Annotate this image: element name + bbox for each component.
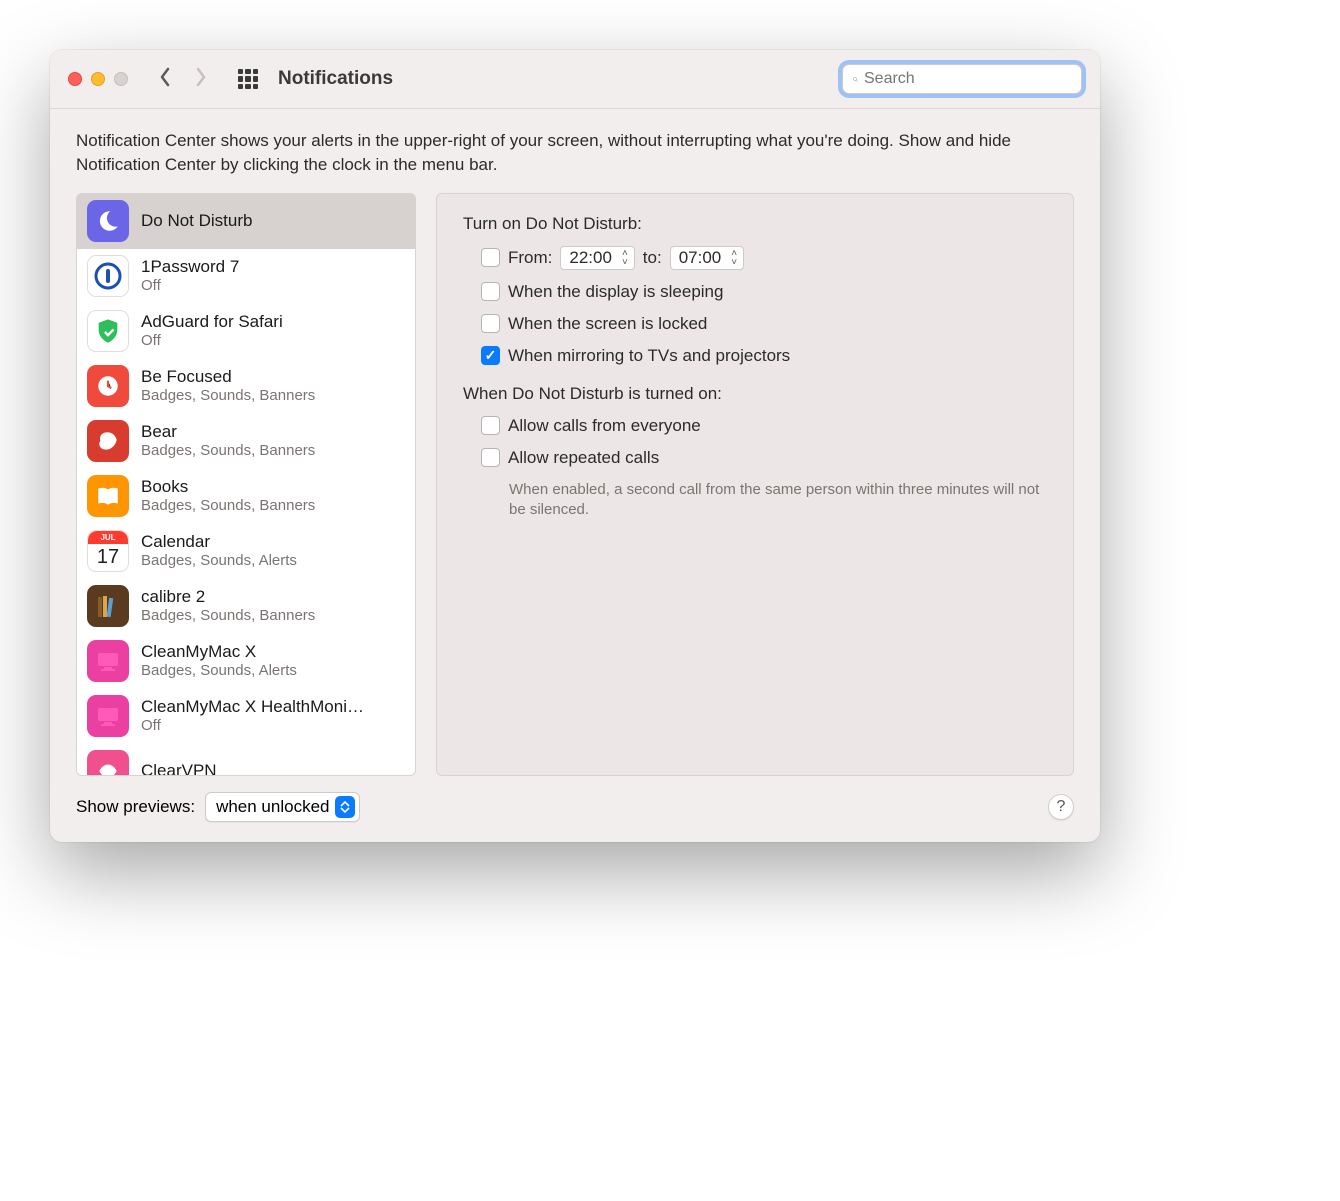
clock-icon [87,365,129,407]
sidebar-item-1password-7[interactable]: 1Password 7Off [77,249,415,304]
sidebar-item-calendar[interactable]: JUL17 CalendarBadges, Sounds, Alerts [77,524,415,579]
minimize-window[interactable] [91,72,105,86]
sidebar-item-status: Off [141,277,239,296]
sidebar-item-be-focused[interactable]: Be FocusedBadges, Sounds, Banners [77,359,415,414]
1p-icon [87,255,129,297]
sidebar-item-calibre-2[interactable]: calibre 2Badges, Sounds, Banners [77,579,415,634]
pane-description: Notification Center shows your alerts in… [76,129,1074,177]
sidebar-item-label: ClearVPN [141,760,217,776]
sidebar-item-label: 1Password 7 [141,256,239,277]
zoom-window-disabled [114,72,128,86]
sidebar-item-label: calibre 2 [141,586,315,607]
sidebar-item-label: Be Focused [141,366,315,387]
show-previews-select[interactable]: when unlocked [205,792,360,822]
checkbox-allow-repeated[interactable] [481,448,500,467]
sidebar-item-label: Calendar [141,531,297,552]
to-time-field[interactable]: 07:00 ˄˅ [670,246,744,270]
show-all-icon[interactable] [238,69,258,89]
window-title: Notifications [278,68,393,90]
chevron-up-down-icon [335,796,355,818]
vpn-icon [87,750,129,776]
sidebar-item-do-not-disturb[interactable]: Do Not Disturb [77,194,415,249]
sidebar-item-status: Off [141,332,283,351]
repeated-calls-help: When enabled, a second call from the sam… [463,480,1047,521]
back-button[interactable] [156,67,174,92]
titlebar: Notifications [50,50,1100,109]
preferences-window: Notifications Notification Center shows … [50,50,1100,842]
row-from-to: From: 22:00 ˄˅ to: 07:00 ˄˅ [463,246,1047,270]
search-input[interactable] [864,70,1071,88]
cmm-icon [87,640,129,682]
checkbox-display-sleeping[interactable] [481,282,500,301]
app-list[interactable]: Do Not Disturb1Password 7OffAdGuard for … [76,193,416,776]
sidebar-item-cleanmymac-x[interactable]: CleanMyMac XBadges, Sounds, Alerts [77,634,415,689]
show-previews-label: Show previews: [76,797,195,817]
checkbox-screen-locked[interactable] [481,314,500,333]
sidebar-item-adguard-for-safari[interactable]: AdGuard for SafariOff [77,304,415,359]
sidebar-item-label: AdGuard for Safari [141,311,283,332]
label-allow-repeated: Allow repeated calls [508,448,659,468]
sidebar-item-status: Off [141,717,364,736]
label-allow-everyone: Allow calls from everyone [508,416,701,436]
books-icon [87,585,129,627]
sidebar-item-bear[interactable]: BearBadges, Sounds, Banners [77,414,415,469]
bear-icon [87,420,129,462]
moon-icon [87,200,129,242]
sidebar-item-label: Books [141,476,315,497]
label-mirroring: When mirroring to TVs and projectors [508,346,790,366]
book-icon [87,475,129,517]
sidebar-item-label: Bear [141,421,315,442]
checkbox-schedule[interactable] [481,248,500,267]
window-controls [68,72,128,86]
checkbox-allow-everyone[interactable] [481,416,500,435]
sidebar-item-status: Badges, Sounds, Banners [141,442,315,461]
from-label: From: [508,248,552,268]
checkbox-mirroring[interactable] [481,346,500,365]
sidebar-item-label: Do Not Disturb [141,210,252,231]
sidebar-item-label: CleanMyMac X HealthMoni… [141,696,364,717]
label-display-sleeping: When the display is sleeping [508,282,723,302]
sidebar-item-status: Badges, Sounds, Banners [141,497,315,516]
sidebar-item-clearvpn[interactable]: ClearVPN [77,744,415,776]
forward-button-disabled [192,67,210,92]
sidebar-item-books[interactable]: BooksBadges, Sounds, Banners [77,469,415,524]
cal-icon: JUL17 [87,530,129,572]
footer: Show previews: when unlocked ? [76,792,1074,822]
search-field[interactable] [842,64,1082,94]
sidebar-item-status: Badges, Sounds, Banners [141,607,315,626]
help-button[interactable]: ? [1048,794,1074,820]
nav-arrows [156,67,210,92]
detail-panel: Turn on Do Not Disturb: From: 22:00 ˄˅ t… [436,193,1074,776]
cmm-icon [87,695,129,737]
close-window[interactable] [68,72,82,86]
to-label: to: [643,248,662,268]
search-icon [853,71,858,88]
sidebar-item-status: Badges, Sounds, Alerts [141,662,297,681]
sidebar-item-cleanmymac-x-healthmoni-[interactable]: CleanMyMac X HealthMoni…Off [77,689,415,744]
sidebar-item-label: CleanMyMac X [141,641,297,662]
label-screen-locked: When the screen is locked [508,314,707,334]
to-stepper[interactable]: ˄˅ [727,249,741,267]
sidebar-item-status: Badges, Sounds, Alerts [141,552,297,571]
section-turn-on: Turn on Do Not Disturb: [463,214,1047,234]
from-time-field[interactable]: 22:00 ˄˅ [560,246,634,270]
sidebar-item-status: Badges, Sounds, Banners [141,387,315,406]
section-when-on: When Do Not Disturb is turned on: [463,384,1047,404]
from-stepper[interactable]: ˄˅ [618,249,632,267]
shield-icon [87,310,129,352]
